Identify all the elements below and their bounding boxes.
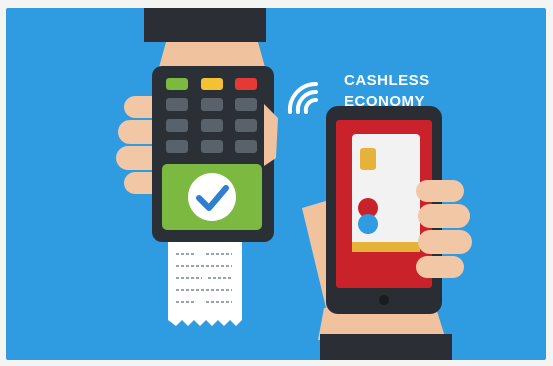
headline: CASHLESS ECONOMY — [344, 70, 430, 112]
headline-line-2: ECONOMY — [344, 93, 426, 110]
bottom-sleeve — [320, 334, 452, 360]
payment-terminal — [152, 66, 278, 242]
wireless-signal-icon — [287, 81, 318, 114]
top-sleeve — [144, 8, 266, 42]
card-chip-icon — [360, 148, 376, 170]
checkmark-icon — [188, 173, 236, 221]
photo-frame: CASHLESS ECONOMY — [6, 8, 546, 360]
phone-home-button — [379, 295, 389, 305]
terminal-key-red — [235, 78, 257, 90]
terminal-key-yellow — [201, 78, 223, 90]
receipt — [168, 242, 242, 326]
terminal-keypad — [166, 98, 257, 153]
terminal-key-green — [166, 78, 188, 90]
headline-line-1: CASHLESS — [344, 72, 430, 89]
cashless-payment-illustration — [116, 8, 472, 360]
